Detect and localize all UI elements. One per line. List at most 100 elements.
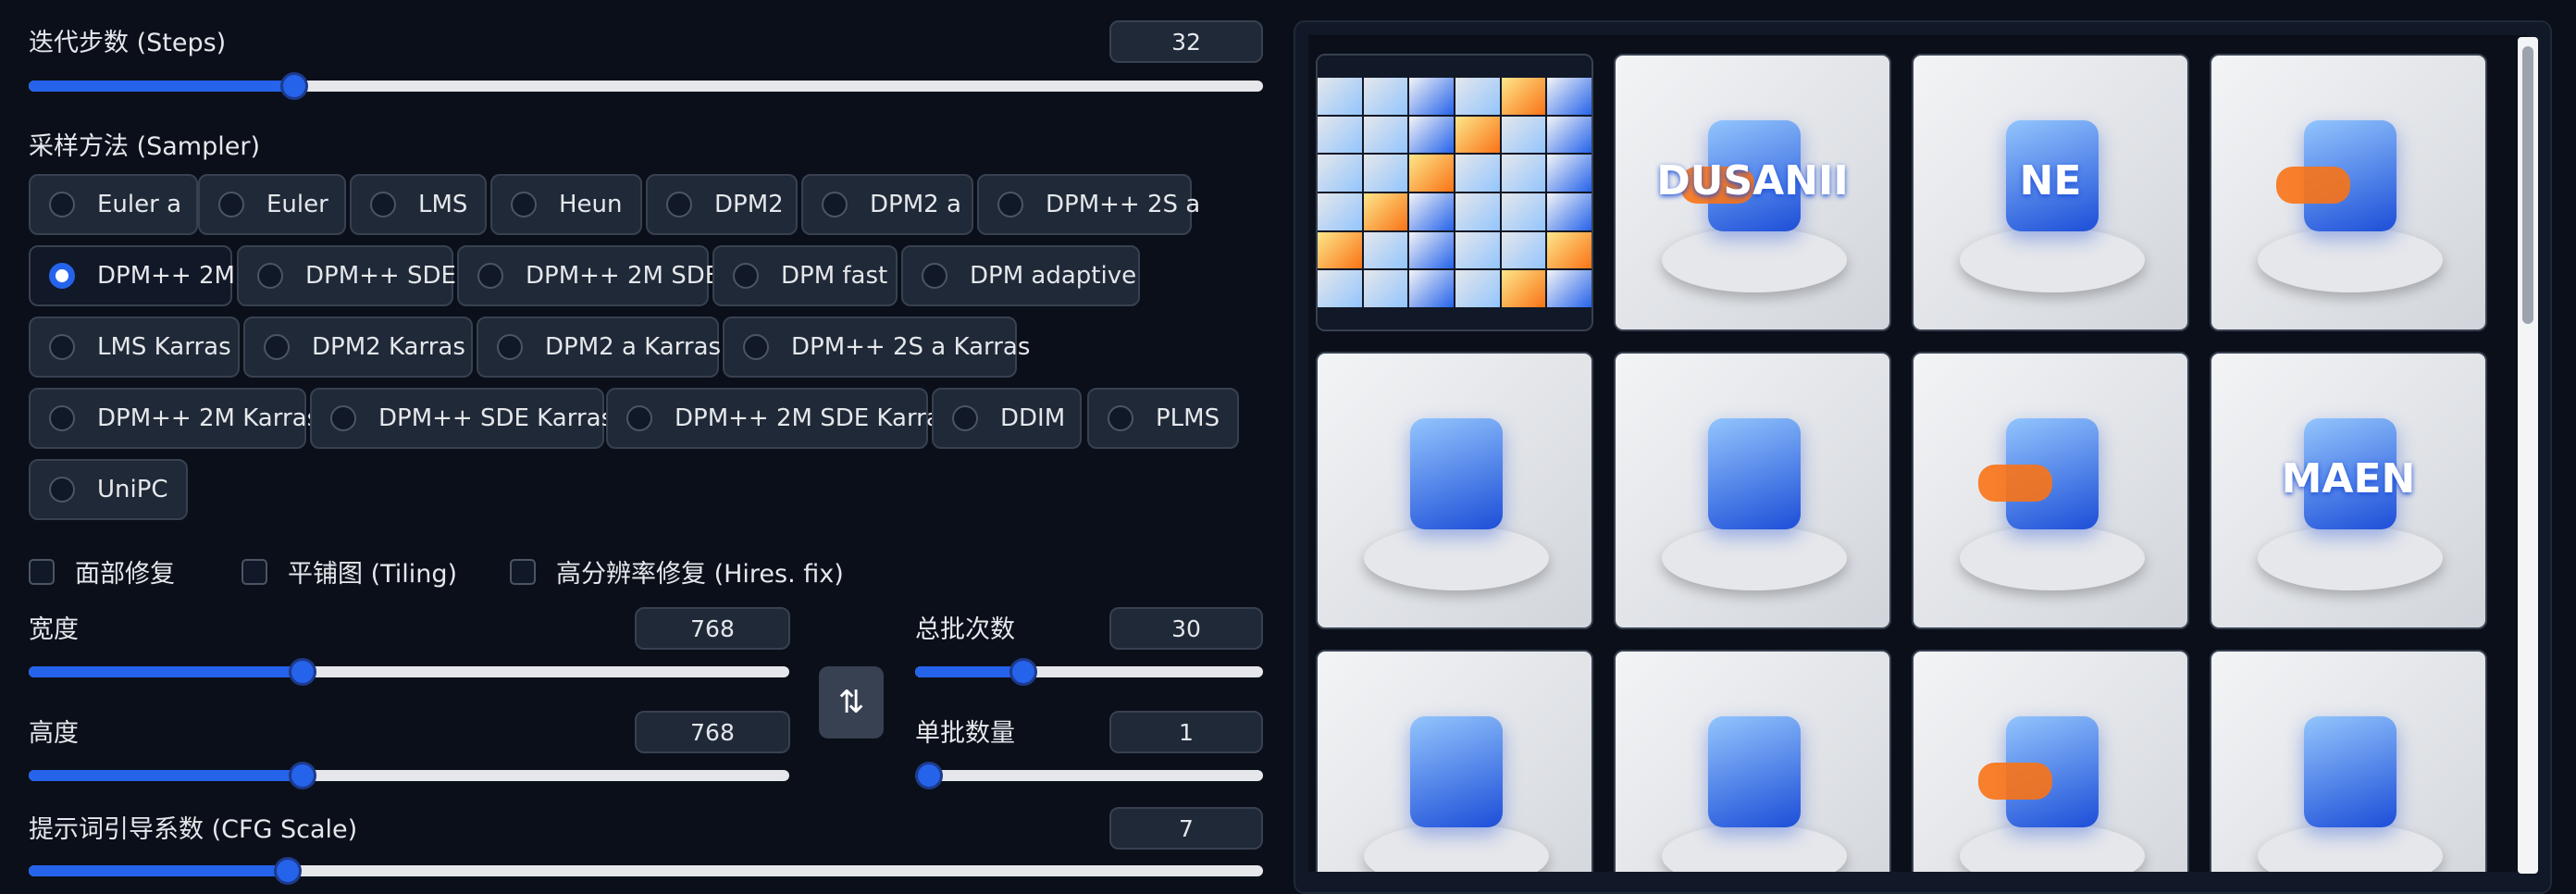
sampler-option[interactable]: DPM++ 2M: [29, 245, 235, 306]
radio-circle[interactable]: [330, 405, 356, 431]
pedestal: [1662, 526, 1847, 590]
steps-input[interactable]: 32: [1109, 20, 1263, 63]
image-caption: NE: [2019, 157, 2082, 205]
height-slider-thumb[interactable]: [288, 762, 316, 789]
gallery-grid-thumbnail[interactable]: [1316, 54, 1593, 331]
sampler-option[interactable]: DPM adaptive: [901, 245, 1140, 306]
gallery-image[interactable]: [1614, 352, 1891, 629]
height-slider[interactable]: [29, 762, 789, 789]
cfg-label: 提示词引导系数 (CFG Scale): [29, 815, 358, 844]
sampler-option[interactable]: DPM++ 2M SDE Karras: [606, 388, 953, 449]
steps-slider-thumb[interactable]: [279, 72, 308, 100]
checkbox-box[interactable]: [242, 558, 267, 585]
gallery-image[interactable]: [1912, 650, 2189, 872]
width-slider[interactable]: [29, 658, 789, 686]
gallery-image[interactable]: [1316, 650, 1593, 872]
radio-circle[interactable]: [733, 263, 759, 289]
sampler-option-label: Euler a: [97, 191, 182, 218]
steps-label: 迭代步数 (Steps): [29, 29, 227, 57]
sampler-option-label: LMS: [418, 191, 468, 218]
radio-circle[interactable]: [822, 192, 848, 217]
gallery-scrollbar-thumb[interactable]: [2522, 46, 2533, 324]
pedestal: [2258, 526, 2443, 590]
steps-slider[interactable]: [29, 72, 1263, 100]
sampler-option-label: DPM++ 2S a: [1046, 191, 1201, 218]
sampler-option[interactable]: DPM2 a: [801, 174, 973, 235]
sampler-option[interactable]: DPM++ 2S a Karras: [723, 317, 1030, 378]
height-label: 高度: [29, 719, 79, 748]
sampler-option[interactable]: LMS: [350, 174, 487, 235]
radio-circle[interactable]: [997, 192, 1023, 217]
batch-size-input[interactable]: 1: [1109, 711, 1263, 753]
gallery-image[interactable]: DUSANII: [1614, 54, 1891, 331]
radio-circle[interactable]: [49, 477, 75, 503]
radio-circle[interactable]: [743, 334, 769, 360]
radio-circle[interactable]: [511, 192, 537, 217]
gallery-image[interactable]: [1614, 650, 1891, 872]
gallery-image[interactable]: MAEN: [2210, 352, 2487, 629]
sampler-option[interactable]: DPM++ 2M SDE: [457, 245, 720, 306]
sampler-option[interactable]: DPM++ 2M Karras: [29, 388, 319, 449]
sampler-option[interactable]: DPM++ 2S a: [977, 174, 1200, 235]
radio-circle[interactable]: [49, 192, 75, 217]
sampler-option[interactable]: DPM++ SDE: [237, 245, 456, 306]
pedestal: [1960, 228, 2145, 292]
width-label: 宽度: [29, 615, 79, 644]
batch-count-input[interactable]: 30: [1109, 607, 1263, 650]
radio-circle[interactable]: [952, 405, 978, 431]
sampler-option[interactable]: DPM++ SDE Karras: [310, 388, 613, 449]
radio-circle[interactable]: [49, 405, 75, 431]
radio-circle[interactable]: [49, 263, 75, 289]
sampler-option[interactable]: DPM fast: [712, 245, 898, 306]
pedestal: [2258, 824, 2443, 872]
gallery-image[interactable]: NE: [1912, 54, 2189, 331]
cfg-input[interactable]: 7: [1109, 807, 1263, 850]
gallery-image[interactable]: [2210, 650, 2487, 872]
accent-shape: [1978, 465, 2052, 502]
cfg-slider[interactable]: [29, 857, 1263, 885]
radio-circle[interactable]: [370, 192, 396, 217]
radio-circle[interactable]: [922, 263, 947, 289]
tiling-checkbox[interactable]: 平铺图 (Tiling): [242, 553, 457, 590]
sampler-option[interactable]: DPM2: [646, 174, 798, 235]
sampler-option[interactable]: Heun: [490, 174, 642, 235]
radio-circle[interactable]: [264, 334, 290, 360]
radio-circle[interactable]: [626, 405, 652, 431]
gallery-image[interactable]: [1912, 352, 2189, 629]
image-caption: DUSANII: [1656, 157, 1849, 205]
batch-size-slider-thumb[interactable]: [915, 762, 943, 789]
height-input[interactable]: 768: [635, 711, 790, 753]
gallery-image[interactable]: [2210, 54, 2487, 331]
sampler-option[interactable]: UniPC: [29, 459, 188, 520]
sampler-option[interactable]: Euler: [198, 174, 346, 235]
radio-circle[interactable]: [49, 334, 75, 360]
width-slider-thumb[interactable]: [288, 658, 316, 686]
radio-circle[interactable]: [497, 334, 523, 360]
pedestal: [1662, 228, 1847, 292]
sampler-option[interactable]: LMS Karras: [29, 317, 240, 378]
swap-dimensions-button[interactable]: ⇅: [819, 666, 884, 739]
sampler-option-label: DPM++ 2M SDE: [526, 262, 721, 290]
gallery-image[interactable]: [1316, 352, 1593, 629]
hires-fix-checkbox[interactable]: 高分辨率修复 (Hires. fix): [510, 553, 844, 590]
sampler-option[interactable]: PLMS: [1087, 388, 1239, 449]
radio-circle[interactable]: [666, 192, 692, 217]
sampler-option[interactable]: Euler a: [29, 174, 198, 235]
sampler-option-label: DPM fast: [781, 262, 888, 290]
width-input[interactable]: 768: [635, 607, 790, 650]
sampler-option[interactable]: DDIM: [932, 388, 1082, 449]
sampler-option[interactable]: DPM2 a Karras: [477, 317, 721, 378]
radio-circle[interactable]: [1108, 405, 1133, 431]
sampler-option[interactable]: DPM2 Karras: [243, 317, 473, 378]
checkbox-box[interactable]: [29, 558, 55, 585]
face-restore-checkbox[interactable]: 面部修复: [29, 553, 175, 590]
radio-circle[interactable]: [477, 263, 503, 289]
batch-count-slider-fill: [915, 666, 1023, 677]
batch-size-slider[interactable]: [915, 762, 1263, 789]
checkbox-box[interactable]: [510, 558, 536, 585]
radio-circle[interactable]: [257, 263, 283, 289]
batch-count-slider[interactable]: [915, 658, 1263, 686]
cfg-slider-thumb[interactable]: [274, 857, 303, 885]
batch-count-slider-thumb[interactable]: [1009, 658, 1037, 686]
radio-circle[interactable]: [218, 192, 244, 217]
